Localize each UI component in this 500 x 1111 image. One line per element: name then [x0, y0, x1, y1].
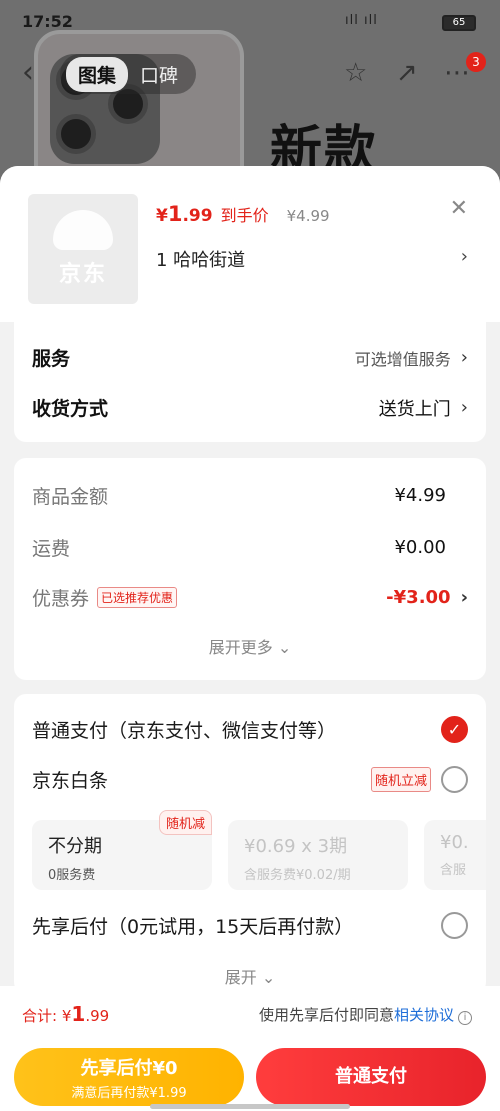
agreement-text: 使用先享后付即同意相关协议 i: [259, 1004, 472, 1025]
service-label: 服务: [32, 348, 71, 370]
product-thumbnail: 京东: [28, 194, 138, 304]
installment-flag: 随机减: [158, 810, 212, 835]
favorite-star-icon[interactable]: ☆: [344, 58, 367, 88]
checkmark-icon[interactable]: ✓: [441, 716, 468, 743]
bnpl-pay-button[interactable]: 先享后付¥0 满意后再付款¥1.99: [14, 1048, 244, 1106]
payment-option-bnpl[interactable]: 先享后付（0元试用，15天后再付款）: [32, 912, 468, 939]
service-row[interactable]: 服务 可选增值服务 ›: [32, 344, 468, 371]
tab-reviews[interactable]: 口碑: [128, 57, 190, 92]
installment-title: ¥0.: [440, 832, 469, 853]
lens-image: [56, 114, 96, 154]
share-icon[interactable]: ↗: [396, 58, 418, 88]
final-price-label: 到手价: [220, 206, 269, 225]
status-bar: 17:52 ıll ıll 65: [0, 0, 500, 44]
baitiao-right-group: 随机立减: [370, 766, 468, 793]
jd-logo: 京东: [58, 262, 107, 287]
chevron-right-icon: ›: [460, 347, 468, 368]
tab-gallery[interactable]: 图集: [66, 56, 129, 92]
shipping-label: 收货方式: [32, 398, 109, 420]
checkout-footer: 合计: ¥1.99 使用先享后付即同意相关协议 i 先享后付¥0 满意后再付款¥1…: [0, 986, 500, 1111]
coupon-row[interactable]: 优惠券 已选推荐优惠 -¥3.00 ›: [32, 584, 468, 611]
price-row: ¥1.99 到手价 ¥4.99: [156, 202, 330, 226]
payment-normal-label: 普通支付（京东支付、微信支付等）: [32, 720, 337, 742]
installment-option[interactable]: ¥0.69 x 3期 含服务费¥0.02/期: [228, 820, 408, 890]
battery-icon: 65: [442, 15, 476, 31]
final-price: ¥1.99: [156, 202, 213, 226]
shipping-row[interactable]: 收货方式 送货上门 ›: [32, 394, 468, 421]
top-nav: ‹ 图集 口碑 ☆ ↗ ⋯ 3: [0, 52, 500, 96]
freight-row: 运费 ¥0.00: [32, 534, 468, 561]
product-summary: 京东 ¥1.99 到手价 ¥4.99 ✕ 1 哈哈街道 ›: [0, 166, 500, 322]
signal-icon: ıll ıll: [345, 13, 378, 28]
coupon-value: -¥3.00 ›: [386, 587, 468, 608]
chevron-down-icon: ⌄: [277, 638, 292, 657]
delivery-card: 服务 可选增值服务 › 收货方式 送货上门 ›: [14, 322, 486, 442]
expand-payment-button[interactable]: 展开 ⌄: [14, 964, 486, 988]
freight-value: ¥0.00: [394, 537, 446, 558]
payment-option-normal[interactable]: 普通支付（京东支付、微信支付等） ✓: [32, 716, 468, 743]
installment-option[interactable]: 不分期 0服务费 随机减: [32, 810, 212, 890]
original-price: ¥4.99: [286, 207, 330, 225]
jd-dog-logo-icon: [53, 210, 113, 250]
expand-more-button[interactable]: 展开更多 ⌄: [14, 634, 486, 658]
status-time: 17:52: [22, 12, 73, 31]
installment-sub: 含服: [440, 863, 467, 878]
amounts-card: 商品金额 ¥4.99 运费 ¥0.00 优惠券 已选推荐优惠 -¥3.00 › 展…: [14, 458, 486, 680]
message-badge: 3: [466, 52, 486, 72]
goods-amount-value: ¥4.99: [394, 485, 446, 506]
coupon-label-group: 优惠券 已选推荐优惠: [32, 584, 178, 611]
service-value: 可选增值服务 ›: [354, 347, 468, 369]
chevron-right-icon: ›: [460, 397, 468, 418]
installment-sub: 含服务费¥0.02/期: [244, 868, 351, 883]
goods-amount-row: 商品金额 ¥4.99: [32, 482, 468, 509]
agreement-link[interactable]: 相关协议: [394, 1006, 454, 1024]
goods-amount-label: 商品金额: [32, 486, 109, 508]
variant-selector[interactable]: 1 哈哈街道: [156, 246, 245, 272]
close-icon[interactable]: ✕: [450, 196, 468, 221]
total-amount: 合计: ¥1.99: [22, 1002, 110, 1026]
payment-bnpl-label: 先享后付（0元试用，15天后再付款）: [32, 916, 354, 938]
shipping-value: 送货上门 ›: [378, 397, 468, 420]
coupon-tag: 已选推荐优惠: [97, 587, 178, 608]
home-indicator[interactable]: [150, 1104, 350, 1109]
normal-pay-button[interactable]: 普通支付: [256, 1048, 486, 1106]
radio-button[interactable]: [441, 912, 468, 939]
payment-option-baitiao[interactable]: 京东白条 随机立减: [32, 766, 468, 793]
freight-label: 运费: [32, 538, 71, 560]
radio-button[interactable]: [441, 766, 468, 793]
chevron-right-icon[interactable]: ›: [461, 246, 468, 267]
payment-baitiao-label: 京东白条: [32, 770, 109, 792]
chevron-right-icon: ›: [460, 587, 468, 608]
back-icon[interactable]: ‹: [22, 58, 34, 88]
installment-option[interactable]: ¥0. 含服: [424, 820, 486, 890]
coupon-label: 优惠券: [32, 588, 90, 610]
checkout-sheet: 京东 ¥1.99 到手价 ¥4.99 ✕ 1 哈哈街道 › 服务 可选增值服务 ›…: [0, 166, 500, 1111]
chevron-down-icon: ⌄: [261, 968, 276, 987]
installment-sub: 0服务费: [48, 868, 96, 883]
payment-card: 普通支付（京东支付、微信支付等） ✓ 京东白条 随机立减 不分期 0服务费 随机…: [14, 694, 486, 994]
info-icon[interactable]: i: [458, 1011, 472, 1025]
random-discount-tag: 随机立减: [370, 767, 431, 792]
gallery-tabs: 图集 口碑: [60, 54, 197, 94]
installment-title: 不分期: [48, 836, 102, 857]
installment-title: ¥0.69 x 3期: [244, 836, 348, 857]
